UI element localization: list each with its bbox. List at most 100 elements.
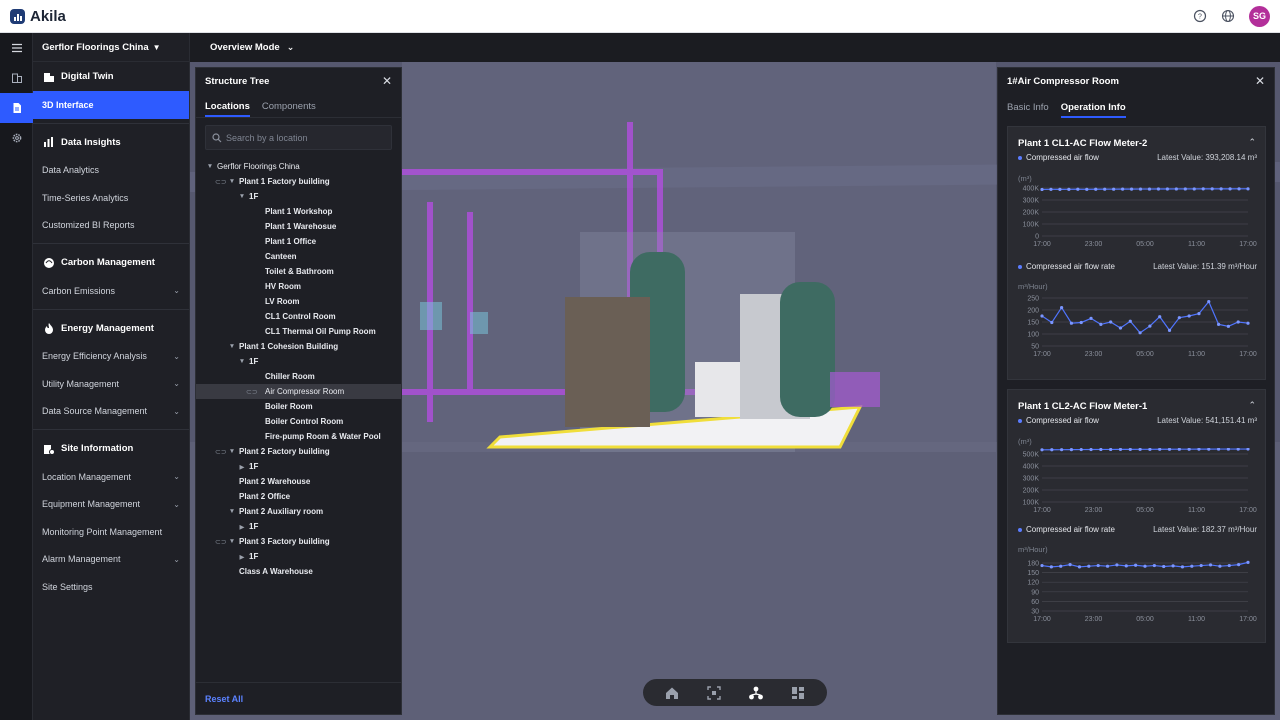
data-point[interactable] (1183, 187, 1187, 191)
data-point[interactable] (1103, 187, 1107, 191)
data-point[interactable] (1058, 187, 1062, 191)
data-point[interactable] (1089, 316, 1093, 320)
tree-node[interactable]: ▶ 1F (196, 549, 401, 564)
caret-down-icon[interactable]: ▼ (228, 508, 236, 515)
data-point[interactable] (1197, 448, 1201, 451)
sidebar-item-site-settings[interactable]: Site Settings (33, 573, 189, 601)
data-point[interactable] (1050, 320, 1054, 325)
tab-basic-info[interactable]: Basic Info (1007, 102, 1049, 118)
data-point[interactable] (1040, 563, 1044, 568)
caret-down-icon[interactable]: ▼ (228, 178, 236, 185)
data-point[interactable] (1218, 564, 1222, 568)
data-point[interactable] (1167, 328, 1172, 332)
data-point[interactable] (1174, 187, 1178, 191)
tree-node[interactable]: ⊂⊃ ▼ Plant 2 Factory building (196, 444, 401, 459)
data-point[interactable] (1171, 564, 1175, 568)
data-point[interactable] (1128, 448, 1132, 451)
user-avatar[interactable]: SG (1249, 5, 1270, 27)
tree-node[interactable]: Canteen (196, 249, 401, 264)
data-point[interactable] (1049, 565, 1053, 569)
data-point[interactable] (1227, 563, 1231, 568)
data-point[interactable] (1226, 324, 1230, 328)
tree-node[interactable]: Plant 2 Warehouse (196, 474, 401, 489)
caret-right-icon[interactable]: ▶ (238, 523, 246, 531)
data-point[interactable] (1162, 564, 1166, 569)
data-point[interactable] (1246, 321, 1250, 325)
data-point[interactable] (1138, 187, 1143, 191)
sidebar-item-data-analytics[interactable]: Data Analytics (33, 157, 189, 185)
link-icon[interactable]: ⊂⊃ (215, 448, 227, 456)
chevron-up-icon[interactable]: ⌃ (1248, 137, 1256, 148)
focus-view-button[interactable] (705, 684, 723, 702)
data-point[interactable] (1207, 448, 1211, 451)
data-point[interactable] (1109, 320, 1113, 324)
data-point[interactable] (1128, 319, 1132, 323)
tree-node[interactable]: Plant 2 Office (196, 489, 401, 504)
tree-node[interactable]: Chiller Room (196, 369, 401, 384)
data-point[interactable] (1143, 564, 1147, 568)
tree-node[interactable]: Plant 1 Workshop (196, 204, 401, 219)
tree-node[interactable]: Boiler Room (196, 399, 401, 414)
tree-node[interactable]: ⊂⊃ ▼ Plant 3 Factory building (196, 534, 401, 549)
chevron-up-icon[interactable]: ⌃ (1248, 400, 1256, 411)
data-point[interactable] (1216, 448, 1221, 451)
sidebar-item-3d-interface[interactable]: 3D Interface (33, 91, 189, 119)
data-point[interactable] (1236, 448, 1240, 451)
dashboard-view-button[interactable] (789, 684, 807, 702)
tree-node[interactable]: ▼ Plant 1 Cohesion Building (196, 339, 401, 354)
data-point[interactable] (1059, 564, 1063, 568)
data-point[interactable] (1060, 306, 1064, 310)
data-point[interactable] (1208, 563, 1213, 567)
caret-down-icon[interactable]: ▼ (238, 193, 246, 200)
data-point[interactable] (1089, 448, 1093, 452)
globe-icon[interactable] (1221, 9, 1235, 23)
mode-selector[interactable]: Overview Mode (210, 42, 280, 53)
data-point[interactable] (1138, 448, 1142, 451)
data-point[interactable] (1096, 563, 1100, 568)
data-point[interactable] (1124, 564, 1128, 568)
data-point[interactable] (1077, 565, 1082, 569)
data-point[interactable] (1040, 314, 1044, 318)
data-point[interactable] (1148, 324, 1152, 328)
data-point[interactable] (1115, 563, 1119, 567)
tree-node[interactable]: ▼ 1F (196, 354, 401, 369)
sidebar-item-monitoring-point-management[interactable]: Monitoring Point Management (33, 518, 189, 546)
data-point[interactable] (1199, 563, 1203, 568)
sidebar-item-customized-bi-reports[interactable]: Customized BI Reports (33, 212, 189, 240)
tree-node[interactable]: CL1 Thermal Oil Pump Room (196, 324, 401, 339)
data-point[interactable] (1156, 187, 1161, 191)
data-point[interactable] (1079, 320, 1083, 325)
data-point[interactable] (1040, 448, 1044, 452)
tree-node[interactable]: HV Room (196, 279, 401, 294)
data-point[interactable] (1068, 563, 1072, 567)
data-point[interactable] (1129, 187, 1134, 191)
tree-node[interactable]: Plant 1 Office (196, 234, 401, 249)
caret-down-icon[interactable]: ▼ (206, 163, 214, 170)
data-point[interactable] (1246, 187, 1250, 191)
sidebar-item-equipment-management[interactable]: Equipment Management ⌄ (33, 491, 189, 519)
rail-item-settings[interactable] (0, 123, 33, 153)
tab-components[interactable]: Components (262, 101, 316, 117)
data-point[interactable] (1187, 314, 1191, 318)
caret-right-icon[interactable]: ▶ (238, 553, 246, 561)
data-point[interactable] (1099, 448, 1103, 452)
caret-down-icon[interactable]: ▼ (228, 448, 236, 455)
tree-node[interactable]: Plant 1 Warehosue (196, 219, 401, 234)
caret-right-icon[interactable]: ▶ (238, 463, 246, 471)
data-point[interactable] (1099, 322, 1103, 326)
tree-node[interactable]: ▼ 1F (196, 189, 401, 204)
close-icon[interactable]: ✕ (1255, 74, 1265, 88)
structure-view-button[interactable] (747, 684, 765, 702)
caret-down-icon[interactable]: ▼ (228, 343, 236, 350)
data-point[interactable] (1050, 448, 1054, 452)
data-point[interactable] (1085, 187, 1089, 191)
data-point[interactable] (1237, 563, 1241, 567)
project-selector[interactable]: Gerflor Floorings China ▼ (33, 33, 189, 62)
data-point[interactable] (1158, 448, 1162, 451)
tree-node[interactable]: ▼ Gerflor Floorings China (196, 159, 401, 174)
tab-operation-info[interactable]: Operation Info (1060, 102, 1126, 118)
sidebar-item-energy-efficiency-analysis[interactable]: Energy Efficiency Analysis ⌄ (33, 343, 189, 371)
data-point[interactable] (1197, 312, 1201, 316)
data-point[interactable] (1069, 448, 1074, 452)
link-icon[interactable]: ⊂⊃ (246, 388, 258, 396)
